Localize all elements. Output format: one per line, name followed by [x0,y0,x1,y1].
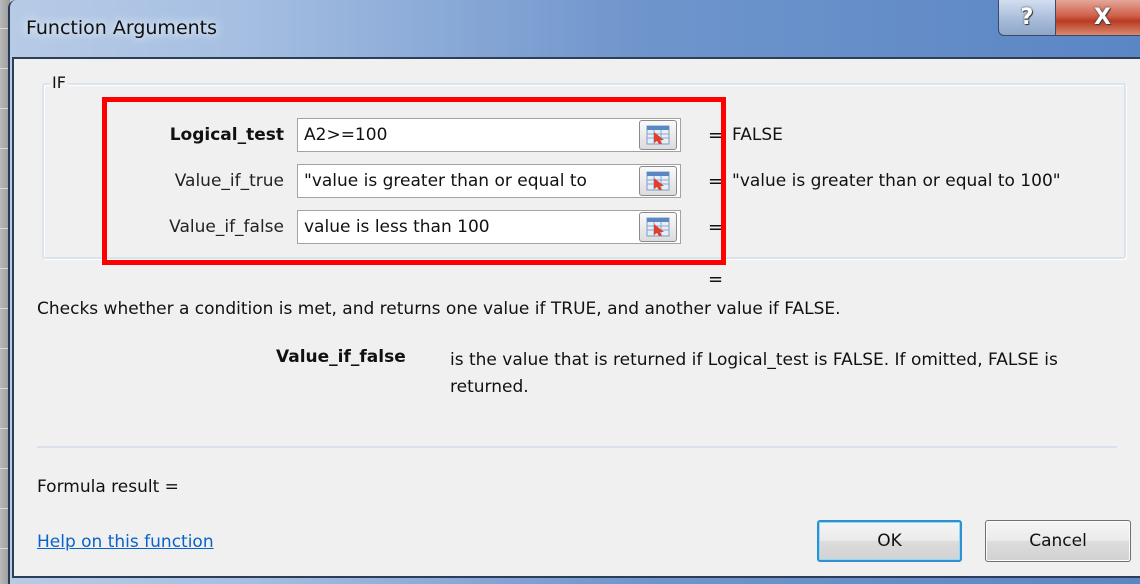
formula-result-label: Formula result = [37,477,179,497]
argument-result: FALSE [732,125,783,145]
dialog-title: Function Arguments [26,17,218,39]
close-icon: X [1094,5,1111,30]
formula-result: Formula result = [37,477,179,497]
question-icon: ? [1020,5,1034,30]
help-button[interactable]: ? [998,0,1056,36]
cancel-button[interactable]: Cancel [985,520,1131,562]
function-name: IF [50,73,68,92]
separator [37,446,1117,448]
close-button[interactable]: X [1055,0,1140,36]
overall-equals-sign: = [708,269,724,290]
argument-result: "value is greater than or equal to 100" [732,171,1061,191]
title-bar[interactable]: Function Arguments ? X [10,0,1140,58]
function-description: Checks whether a condition is met, and r… [37,299,841,319]
dialog-body: IF Logical_test A2>=100 = FALSE Value_if… [12,57,1140,578]
ok-button[interactable]: OK [817,520,962,562]
annotation-highlight-box [102,97,726,265]
argument-help-text: is the value that is returned if Logical… [450,350,1058,397]
help-on-function-link[interactable]: Help on this function [37,532,214,552]
argument-help-name: Value_if_false [276,347,406,367]
